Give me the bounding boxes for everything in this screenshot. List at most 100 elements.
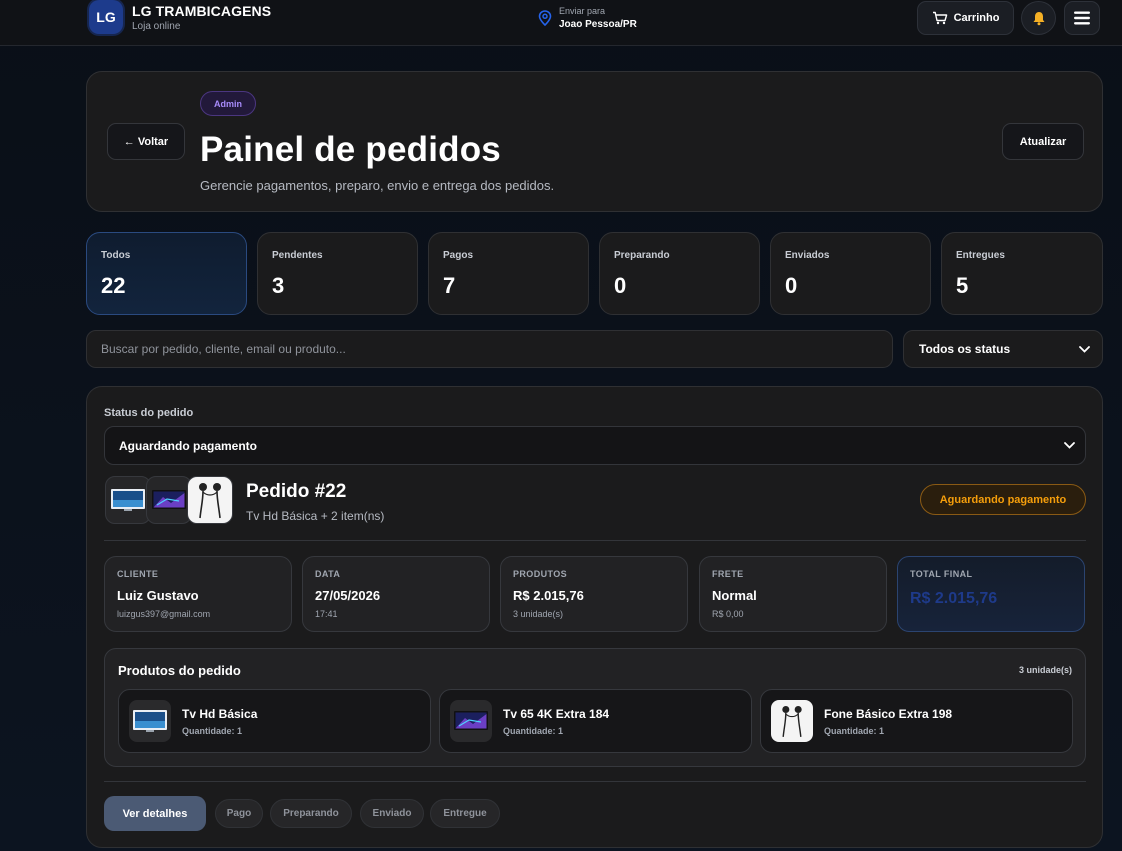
- refresh-button[interactable]: Atualizar: [1002, 123, 1084, 160]
- ship-to-city[interactable]: Joao Pessoa/PR: [559, 19, 637, 30]
- stat-card-delivered[interactable]: Entregues 5: [941, 232, 1103, 315]
- order-items-summary: Tv Hd Básica + 2 item(ns): [246, 509, 385, 523]
- cart-label: Carrinho: [953, 12, 1000, 24]
- info-label: DATA: [315, 569, 341, 579]
- info-label: TOTAL FINAL: [910, 569, 973, 579]
- stat-card-shipped[interactable]: Enviados 0: [770, 232, 931, 315]
- cart-icon: [932, 11, 947, 25]
- order-date: 27/05/2026: [315, 588, 381, 603]
- product-name: Tv 65 4K Extra 184: [503, 707, 610, 721]
- product-image: [450, 700, 492, 742]
- tv-icon: [111, 489, 145, 511]
- divider: [104, 540, 1086, 541]
- earphones-icon: [199, 483, 221, 519]
- product-item[interactable]: Fone Básico Extra 198 Quantidade: 1: [760, 689, 1073, 753]
- products-section-title: Produtos do pedido: [118, 663, 241, 678]
- product-item[interactable]: Tv 65 4K Extra 184 Quantidade: 1: [439, 689, 752, 753]
- product-quantity: Quantidade: 1: [503, 726, 564, 736]
- notifications-button[interactable]: [1021, 1, 1056, 35]
- tv-icon: [133, 710, 167, 732]
- stat-value: 3: [272, 273, 285, 298]
- stat-label: Enviados: [785, 250, 830, 261]
- divider: [104, 781, 1086, 782]
- stat-card-all[interactable]: Todos 22: [86, 232, 247, 315]
- info-card-shipping: FRETE Normal R$ 0,00: [699, 556, 887, 632]
- order-title: Pedido #22: [246, 481, 347, 502]
- product-quantity: Quantidade: 1: [824, 726, 885, 736]
- order-card: Status do pedido Aguardando pagamento Pe…: [86, 386, 1103, 848]
- stat-card-preparing[interactable]: Preparando 0: [599, 232, 760, 315]
- stat-label: Pendentes: [272, 250, 323, 261]
- info-label: PRODUTOS: [513, 569, 568, 579]
- product-image: [129, 700, 171, 742]
- chevron-down-icon: [1064, 442, 1075, 449]
- order-thumbnail: [105, 476, 151, 524]
- menu-icon: [1074, 11, 1090, 25]
- brand-name[interactable]: LG TRAMBICAGENS: [132, 3, 271, 19]
- earphones-icon: [782, 706, 802, 737]
- page-subtitle: Gerencie pagamentos, preparo, envio e en…: [200, 178, 555, 193]
- product-image: [771, 700, 813, 742]
- order-status-badge: Aguardando pagamento: [920, 484, 1086, 515]
- order-thumbnail: [146, 476, 192, 524]
- stat-card-paid[interactable]: Pagos 7: [428, 232, 589, 315]
- stat-label: Pagos: [443, 250, 474, 261]
- mark-delivered-button[interactable]: Entregue: [430, 799, 500, 828]
- chevron-down-icon: [1079, 345, 1090, 353]
- info-card-total: TOTAL FINAL R$ 2.015,76: [897, 556, 1085, 632]
- page-title: Painel de pedidos: [200, 130, 501, 169]
- admin-badge: Admin: [200, 91, 256, 116]
- info-label: FRETE: [712, 569, 744, 579]
- stat-value: 5: [956, 273, 969, 298]
- products-units-count: 3 unidade(s): [1018, 665, 1072, 675]
- client-name: Luiz Gustavo: [117, 588, 199, 603]
- order-search-input[interactable]: [86, 330, 893, 368]
- store-logo[interactable]: LG: [89, 0, 123, 34]
- products-total: R$ 2.015,76: [513, 588, 584, 603]
- stat-value: 7: [443, 273, 456, 298]
- stat-label: Preparando: [614, 250, 670, 261]
- order-status-value: Aguardando pagamento: [119, 438, 258, 453]
- stat-label: Entregues: [956, 250, 1005, 261]
- stat-value: 0: [614, 273, 627, 298]
- top-navbar: LG LG TRAMBICAGENS Loja online Enviar pa…: [0, 0, 1122, 46]
- mark-preparing-button[interactable]: Preparando: [270, 799, 352, 828]
- mark-shipped-button[interactable]: Enviado: [360, 799, 424, 828]
- product-name: Fone Básico Extra 198: [824, 707, 953, 721]
- mark-paid-button[interactable]: Pago: [215, 799, 263, 828]
- order-time: 17:41: [315, 609, 338, 619]
- status-filter-value: Todos os status: [919, 342, 1011, 356]
- info-card-client: CLIENTE Luiz Gustavo luizgus397@gmail.co…: [104, 556, 292, 632]
- ship-to-label: Enviar para: [559, 6, 606, 16]
- product-item[interactable]: Tv Hd Básica Quantidade: 1: [118, 689, 431, 753]
- product-quantity: Quantidade: 1: [182, 726, 243, 736]
- order-status-select[interactable]: Aguardando pagamento: [104, 426, 1086, 465]
- cart-button[interactable]: Carrinho: [917, 1, 1014, 35]
- order-total: R$ 2.015,76: [910, 590, 998, 607]
- order-status-label: Status do pedido: [104, 407, 194, 419]
- tv-icon: [152, 490, 186, 509]
- bell-icon: [1033, 11, 1044, 25]
- shipping-cost: R$ 0,00: [712, 609, 744, 619]
- order-products-section: Produtos do pedido 3 unidade(s) Tv Hd Bá…: [104, 648, 1086, 767]
- client-email: luizgus397@gmail.com: [117, 609, 211, 619]
- info-label: CLIENTE: [117, 569, 159, 579]
- brand-subtitle: Loja online: [132, 21, 181, 32]
- products-units: 3 unidade(s): [513, 609, 564, 619]
- menu-button[interactable]: [1064, 1, 1100, 35]
- info-card-products: PRODUTOS R$ 2.015,76 3 unidade(s): [500, 556, 688, 632]
- view-details-button[interactable]: Ver detalhes: [104, 796, 206, 831]
- tv-icon: [454, 711, 488, 730]
- page-header-card: ← Voltar Admin Painel de pedidos Gerenci…: [86, 71, 1103, 212]
- stat-value: 22: [101, 273, 126, 298]
- location-pin-icon: [538, 10, 552, 26]
- stat-value: 0: [785, 273, 798, 298]
- order-thumbnail: [187, 476, 233, 524]
- status-filter-select[interactable]: Todos os status: [903, 330, 1103, 368]
- back-button[interactable]: ← Voltar: [107, 123, 185, 160]
- product-name: Tv Hd Básica: [182, 707, 258, 721]
- shipping-method: Normal: [712, 588, 757, 603]
- stat-card-pending[interactable]: Pendentes 3: [257, 232, 418, 315]
- stat-label: Todos: [101, 250, 131, 261]
- info-card-date: DATA 27/05/2026 17:41: [302, 556, 490, 632]
